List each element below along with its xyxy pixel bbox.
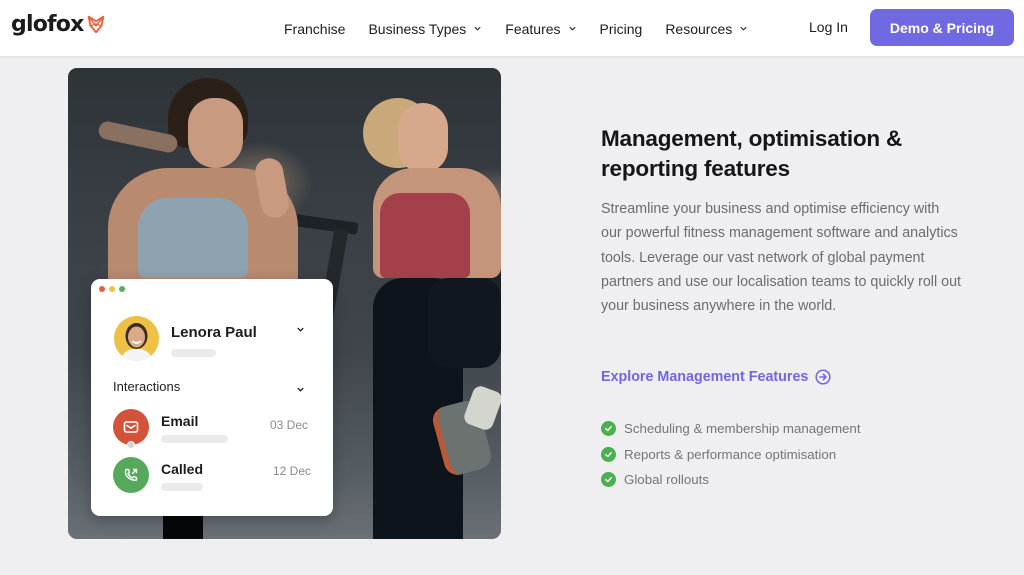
- feature-item: Global rollouts: [601, 467, 861, 493]
- check-circle-icon: [601, 421, 616, 437]
- demo-pricing-button[interactable]: Demo & Pricing: [870, 9, 1014, 46]
- logo-link[interactable]: glofox: [11, 12, 107, 37]
- athlete-left-face: [188, 98, 243, 168]
- athlete-left-top: [138, 198, 248, 278]
- call-badge: [113, 457, 149, 493]
- login-link[interactable]: Log In: [809, 19, 848, 35]
- nav-features[interactable]: Features: [505, 21, 576, 37]
- explore-management-features-link[interactable]: Explore Management Features: [601, 369, 831, 385]
- interactions-label: Interactions: [113, 379, 181, 394]
- contact-subtitle-placeholder: [171, 349, 216, 357]
- main-nav: Franchise Business Types Features Pricin…: [284, 0, 771, 57]
- section-description: Streamline your business and optimise ef…: [601, 201, 961, 315]
- chevron-down-icon: [474, 26, 481, 31]
- nav-label: Franchise: [284, 20, 346, 37]
- interaction-detail-placeholder: [161, 435, 228, 443]
- chevron-down-icon: [568, 26, 576, 31]
- nav-label: Resources: [665, 20, 733, 37]
- chevron-down-icon[interactable]: [296, 325, 305, 334]
- chevron-down-icon[interactable]: [296, 385, 305, 394]
- nav-label: Pricing: [599, 20, 643, 37]
- feature-list: Scheduling & membership management Repor…: [601, 416, 861, 493]
- email-badge: [113, 409, 149, 445]
- window-dot-red: [99, 286, 105, 292]
- feature-item: Reports & performance optimisation: [601, 442, 861, 468]
- feature-label: Scheduling & membership management: [624, 421, 861, 437]
- athlete-right-knee: [428, 278, 501, 368]
- interaction-detail-placeholder: [161, 483, 203, 491]
- phone-call-icon: [124, 468, 138, 481]
- mail-icon: [123, 421, 139, 433]
- window-dot-green: [119, 286, 125, 292]
- athlete-right-face: [398, 103, 448, 173]
- nav-resources[interactable]: Resources: [665, 21, 748, 37]
- nav-label: Features: [505, 20, 561, 37]
- check-circle-icon: [601, 446, 616, 462]
- feature-item: Scheduling & membership management: [601, 416, 861, 442]
- section-heading: Management, optimisation & reporting fea…: [601, 126, 903, 181]
- interaction-type: Email: [161, 413, 199, 429]
- nav-franchise[interactable]: Franchise: [284, 21, 345, 37]
- athlete-right-top: [380, 193, 470, 278]
- nav-label: Business Types: [368, 20, 467, 37]
- avatar-portrait: [120, 323, 153, 361]
- site-header: glofox Franchise Business Types Features…: [0, 0, 1024, 57]
- nav-business-types[interactable]: Business Types: [368, 21, 482, 37]
- chevron-down-icon: [740, 26, 747, 31]
- window-controls: [99, 286, 125, 292]
- timeline-connector-dot: [127, 441, 135, 449]
- crm-contact-card: Lenora Paul Interactions Email 03 Dec Ca…: [91, 279, 333, 516]
- check-circle-icon: [601, 472, 616, 488]
- fox-icon: [88, 15, 105, 33]
- athlete-left-ponytail: [97, 119, 179, 155]
- window-dot-yellow: [109, 286, 115, 292]
- interaction-type: Called: [161, 461, 204, 477]
- contact-avatar: [114, 316, 159, 361]
- contact-name: Lenora Paul: [171, 324, 257, 341]
- nav-pricing[interactable]: Pricing: [600, 21, 643, 37]
- feature-label: Reports & performance optimisation: [624, 446, 837, 462]
- logo-text: glofox: [11, 12, 84, 37]
- feature-label: Global rollouts: [624, 472, 709, 488]
- interaction-date: 03 Dec: [270, 418, 309, 432]
- explore-link-label: Explore Management Features: [601, 369, 809, 385]
- interaction-date: 12 Dec: [273, 464, 312, 478]
- arrow-right-circle-icon: [815, 369, 831, 385]
